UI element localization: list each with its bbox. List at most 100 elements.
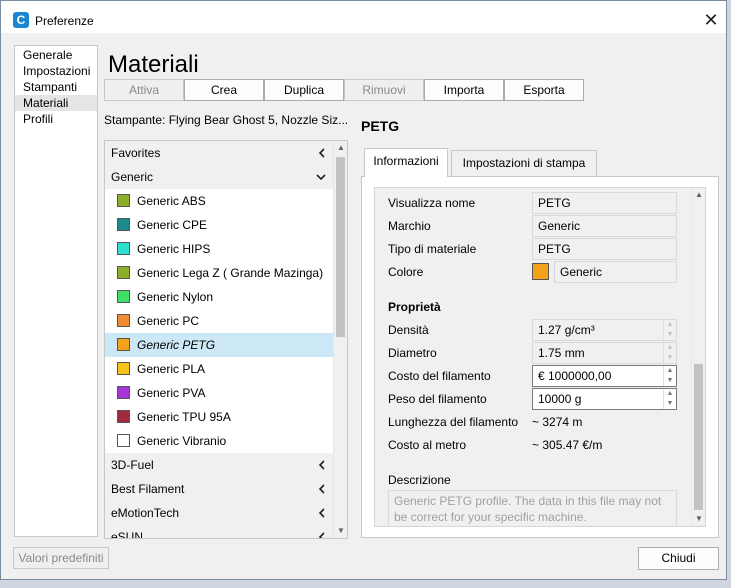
window-title: Preferenze <box>35 14 94 28</box>
list-item[interactable]: Generic Lega Z ( Grande Mazinga) <box>105 261 334 285</box>
diameter-value: 1.75 mm <box>538 346 585 360</box>
filament-cost-stepper[interactable]: ▲ ▼ <box>663 366 676 386</box>
material-name: Generic PLA <box>137 362 206 376</box>
list-item[interactable]: Generic ABS <box>105 189 334 213</box>
diameter-field[interactable]: 1.75 mm ▲ ▼ <box>532 342 677 364</box>
brand-label: Marchio <box>388 219 431 233</box>
group-label: eSUN <box>111 530 144 539</box>
density-label: Densità <box>388 323 429 337</box>
close-button[interactable]: Chiudi <box>638 547 719 570</box>
information-scrollbar[interactable]: ▲ ▼ <box>691 188 705 526</box>
group-label: Best Filament <box>111 482 185 496</box>
scroll-down-icon[interactable]: ▼ <box>692 512 705 526</box>
chevron-left-icon <box>318 141 326 158</box>
list-item[interactable]: Generic HIPS <box>105 237 334 261</box>
group-favorites[interactable]: Favorites <box>105 141 334 165</box>
chevron-left-icon <box>318 477 326 494</box>
nav-item-printers[interactable]: Stampanti <box>15 79 97 95</box>
material-name: Generic ABS <box>137 194 206 208</box>
list-item-selected[interactable]: Generic PETG <box>105 333 334 357</box>
color-swatch <box>117 410 130 423</box>
group-label: Favorites <box>111 146 161 160</box>
color-label: Colore <box>388 265 424 279</box>
color-swatch <box>117 266 130 279</box>
color-name-field[interactable]: Generic <box>554 261 677 283</box>
density-stepper[interactable]: ▲ ▼ <box>663 320 676 340</box>
material-name: Generic PC <box>137 314 200 328</box>
duplicate-button[interactable]: Duplica <box>264 79 344 101</box>
cost-per-meter-value: ~ 305.47 €/m <box>532 438 603 452</box>
group-generic[interactable]: Generic <box>105 165 334 189</box>
export-button[interactable]: Esporta <box>504 79 584 101</box>
filament-weight-value: 10000 g <box>538 392 582 406</box>
list-item[interactable]: Generic PVA <box>105 381 334 405</box>
density-field[interactable]: 1.27 g/cm³ ▲ ▼ <box>532 319 677 341</box>
filament-weight-stepper[interactable]: ▲ ▼ <box>663 389 676 409</box>
chevron-left-icon <box>318 525 326 538</box>
color-swatch <box>117 314 130 327</box>
material-name: Generic HIPS <box>137 242 211 256</box>
group-esun[interactable]: eSUN <box>105 525 334 539</box>
material-type-label: Tipo di materiale <box>388 242 477 256</box>
reset-defaults-button[interactable]: Valori predefiniti <box>13 547 109 569</box>
material-list: Favorites Generic Generic ABS Generic CP… <box>104 140 348 539</box>
filament-cost-label: Costo del filamento <box>388 369 491 383</box>
filament-weight-label: Peso del filamento <box>388 392 487 406</box>
list-item[interactable]: Generic Vibranio <box>105 429 334 453</box>
material-name: Generic Lega Z ( Grande Mazinga) <box>137 266 324 280</box>
list-item[interactable]: Generic CPE <box>105 213 334 237</box>
tab-print-settings[interactable]: Impostazioni di stampa <box>451 150 597 176</box>
filament-cost-value: € 1000000,00 <box>538 369 612 383</box>
title-bar: C Preferenze ✕ <box>1 1 726 33</box>
tab-information[interactable]: Informazioni <box>364 148 448 177</box>
material-name: Generic TPU 95A <box>137 410 231 424</box>
description-field[interactable]: Generic PETG profile. The data in this f… <box>388 490 677 526</box>
remove-button[interactable]: Rimuovi <box>344 79 424 101</box>
list-item[interactable]: Generic TPU 95A <box>105 405 334 429</box>
material-title: PETG <box>361 118 400 134</box>
list-item[interactable]: Generic PC <box>105 309 334 333</box>
group-best-filament[interactable]: Best Filament <box>105 477 334 501</box>
diameter-stepper[interactable]: ▲ ▼ <box>663 343 676 363</box>
description-label: Descrizione <box>388 473 451 487</box>
group-3d-fuel[interactable]: 3D-Fuel <box>105 453 334 477</box>
scroll-up-icon[interactable]: ▲ <box>692 188 705 202</box>
information-scroll-area: Visualizza nome PETG Marchio Generic Tip… <box>374 187 706 527</box>
activate-button[interactable]: Attiva <box>104 79 184 101</box>
nav-item-settings[interactable]: Impostazioni <box>15 63 97 79</box>
color-swatch <box>117 338 130 351</box>
cost-per-meter-label: Costo al metro <box>388 438 467 452</box>
brand-field[interactable]: Generic <box>532 215 677 237</box>
material-name: Generic PVA <box>137 386 206 400</box>
filament-weight-field[interactable]: 10000 g ▲ ▼ <box>532 388 677 410</box>
scroll-thumb[interactable] <box>694 364 703 510</box>
material-list-scrollbar[interactable]: ▲ ▼ <box>333 141 347 538</box>
list-item[interactable]: Generic Nylon <box>105 285 334 309</box>
group-label: Generic <box>111 170 154 184</box>
nav-item-general[interactable]: Generale <box>15 47 97 63</box>
filament-length-value: ~ 3274 m <box>532 415 583 429</box>
list-item[interactable]: Generic PLA <box>105 357 334 381</box>
color-swatch <box>117 434 130 447</box>
material-name: Generic Vibranio <box>137 434 227 448</box>
density-value: 1.27 g/cm³ <box>538 323 595 337</box>
filament-length-label: Lunghezza del filamento <box>388 415 519 429</box>
scroll-thumb[interactable] <box>336 157 345 337</box>
close-icon[interactable]: ✕ <box>699 9 723 31</box>
group-label: 3D-Fuel <box>111 458 154 472</box>
filament-cost-field[interactable]: € 1000000,00 ▲ ▼ <box>532 365 677 387</box>
color-swatch <box>117 218 130 231</box>
chevron-down-icon <box>316 165 326 182</box>
scroll-up-icon[interactable]: ▲ <box>334 141 347 155</box>
import-button[interactable]: Importa <box>424 79 504 101</box>
group-emotiontech[interactable]: eMotionTech <box>105 501 334 525</box>
nav-item-materials[interactable]: Materiali <box>15 95 97 111</box>
app-logo-icon: C <box>13 12 29 28</box>
material-type-field[interactable]: PETG <box>532 238 677 260</box>
create-button[interactable]: Crea <box>184 79 264 101</box>
nav-item-profiles[interactable]: Profili <box>15 111 97 127</box>
preferences-window: C Preferenze ✕ Generale Impostazioni Sta… <box>0 0 727 580</box>
color-swatch-button[interactable] <box>532 263 549 280</box>
display-name-field[interactable]: PETG <box>532 192 677 214</box>
scroll-down-icon[interactable]: ▼ <box>334 524 347 538</box>
